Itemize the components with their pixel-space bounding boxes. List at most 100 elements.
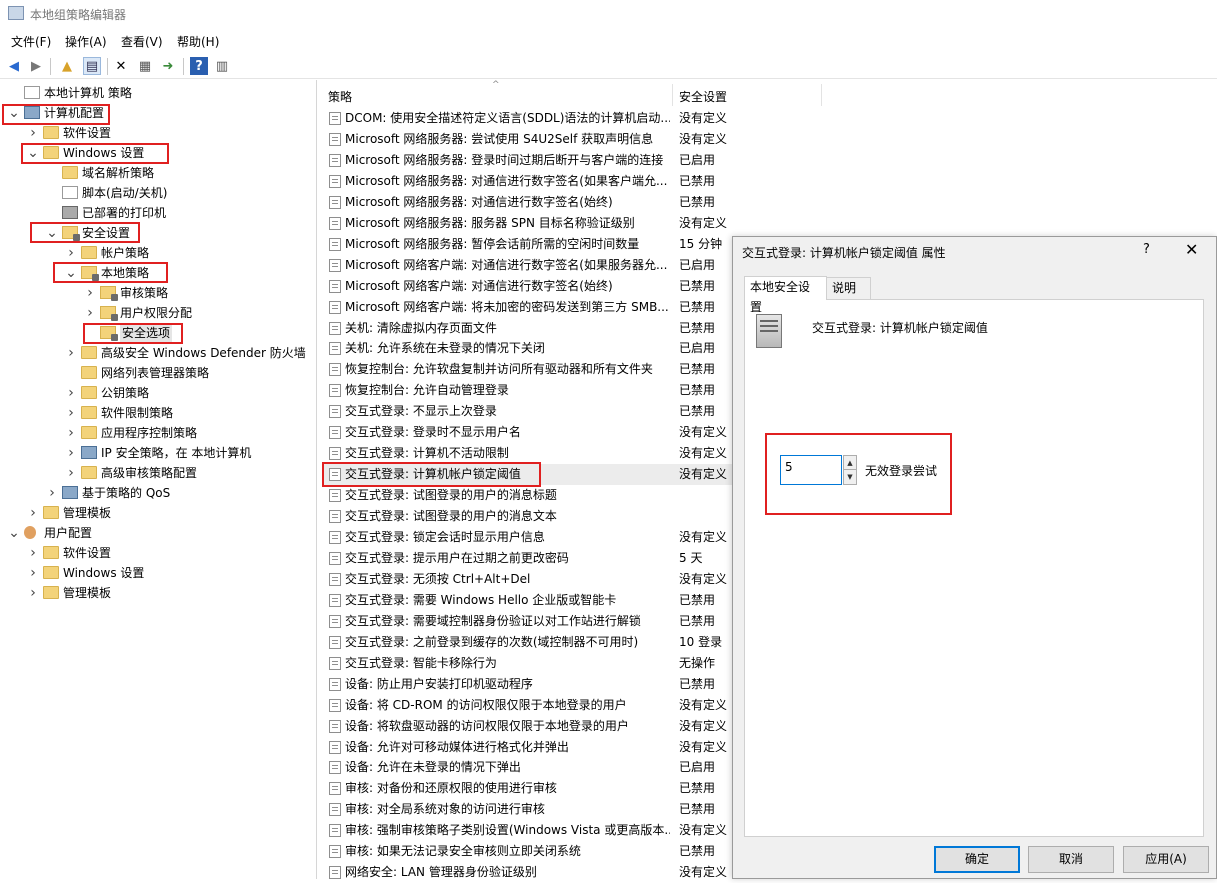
cancel-button[interactable]: 取消 xyxy=(1028,846,1114,873)
chevron-right-icon[interactable]: › xyxy=(65,423,77,443)
tree-node-label: 脚本(启动/关机) xyxy=(82,186,168,200)
ok-button[interactable]: 确定 xyxy=(934,846,1020,873)
policy-name-cell: 恢复控制台: 允许软盘复制并访问所有驱动器和所有文件夹 xyxy=(345,362,653,377)
policy-setting-cell: 已禁用 xyxy=(679,404,716,419)
policy-setting-cell: 没有定义 xyxy=(679,571,728,586)
policy-name-cell: 设备: 防止用户安装打印机驱动程序 xyxy=(345,676,533,691)
tree-node-label: 应用程序控制策略 xyxy=(101,426,198,440)
policy-icon xyxy=(329,174,341,188)
lockfolder-icon xyxy=(100,286,118,301)
view-icon[interactable]: ▥ xyxy=(213,57,231,75)
tree-node-label: 软件限制策略 xyxy=(101,406,174,420)
tab-explain[interactable]: 说明 xyxy=(826,277,871,299)
apply-button[interactable]: 应用(A) xyxy=(1123,846,1209,873)
lockout-threshold-input[interactable]: 5 xyxy=(780,455,842,485)
chevron-right-icon[interactable]: › xyxy=(27,123,39,143)
help-icon[interactable]: ? xyxy=(190,57,208,75)
policy-name-cell: Microsoft 网络服务器: 对通信进行数字签名(如果客户端允... xyxy=(345,173,668,188)
menu-help[interactable]: 帮助(H) xyxy=(177,33,219,50)
policy-name-cell: Microsoft 网络服务器: 登录时间过期后断开与客户端的连接 xyxy=(345,152,664,167)
policy-icon xyxy=(329,719,341,733)
policy-setting-cell: 没有定义 xyxy=(679,425,728,440)
policy-name-cell: 设备: 将 CD-ROM 的访问权限仅限于本地登录的用户 xyxy=(345,697,627,712)
tree-node-label: 管理模板 xyxy=(63,506,112,520)
forward-arrow-icon[interactable]: ▶ xyxy=(27,57,45,75)
spin-down-icon[interactable]: ▼ xyxy=(844,470,856,484)
table-row[interactable]: DCOM: 使用安全描述符定义语言(SDDL)语法的计算机启动... 没有定义 xyxy=(322,108,822,129)
folder-icon xyxy=(81,406,97,419)
policy-icon xyxy=(329,572,341,586)
menu-file[interactable]: 文件(F) xyxy=(11,33,51,50)
policy-icon xyxy=(329,300,341,314)
close-icon[interactable]: ✕ xyxy=(1185,240,1198,259)
server-icon xyxy=(756,314,782,348)
policy-icon xyxy=(329,698,341,712)
policy-name-cell: Microsoft 网络服务器: 尝试使用 S4U2Self 获取声明信息 xyxy=(345,131,654,146)
table-row[interactable]: Microsoft 网络服务器: 尝试使用 S4U2Self 获取声明信息 没有定… xyxy=(322,129,822,150)
delete-icon[interactable]: ✕ xyxy=(112,57,130,75)
chevron-right-icon[interactable]: › xyxy=(65,463,77,483)
policy-icon xyxy=(329,635,341,649)
menu-view[interactable]: 查看(V) xyxy=(121,33,163,50)
chevron-right-icon[interactable]: › xyxy=(65,443,77,463)
comp-icon xyxy=(81,446,97,459)
policy-name-cell: 设备: 将软盘驱动器的访问权限仅限于本地登录的用户 xyxy=(345,718,629,733)
tree-node-label: 用户配置 xyxy=(44,526,93,540)
policy-name-cell: Microsoft 网络服务器: 服务器 SPN 目标名称验证级别 xyxy=(345,215,635,230)
chevron-right-icon[interactable]: › xyxy=(65,243,77,263)
table-row[interactable]: Microsoft 网络服务器: 对通信进行数字签名(如果客户端允... 已禁用 xyxy=(322,171,822,192)
policy-icon xyxy=(329,237,341,251)
menu-action[interactable]: 操作(A) xyxy=(65,33,107,50)
policy-icon xyxy=(329,153,341,167)
tab-local-security-setting[interactable]: 本地安全设置 xyxy=(744,276,827,314)
table-row[interactable]: Microsoft 网络服务器: 服务器 SPN 目标名称验证级别 没有定义 xyxy=(322,213,822,234)
chevron-down-icon[interactable]: ⌄ xyxy=(8,523,20,543)
value-stepper[interactable]: ▲ ▼ xyxy=(843,455,857,485)
policy-setting-cell: 已禁用 xyxy=(679,844,716,859)
policy-icon xyxy=(329,551,341,565)
help-button[interactable]: ? xyxy=(1143,242,1150,257)
tree-node-label: 审核策略 xyxy=(120,286,169,300)
policy-name-cell: 网络安全: LAN 管理器身份验证级别 xyxy=(345,865,537,880)
doc-icon xyxy=(24,86,40,99)
highlight-box xyxy=(2,104,110,125)
folder-icon xyxy=(81,366,97,379)
back-arrow-icon[interactable]: ◀ xyxy=(5,57,23,75)
policy-icon xyxy=(329,866,341,880)
chevron-right-icon[interactable]: › xyxy=(27,503,39,523)
table-row[interactable]: Microsoft 网络服务器: 登录时间过期后断开与客户端的连接 已启用 xyxy=(322,150,822,171)
folder-icon xyxy=(43,546,59,559)
policy-setting-cell: 已禁用 xyxy=(679,781,716,796)
toolbar: ◀ ▶ ▲ ▤ ✕ ▦ ➜ ? ▥ xyxy=(0,54,1217,79)
policy-setting-cell: 已禁用 xyxy=(679,194,716,209)
chevron-right-icon[interactable]: › xyxy=(65,383,77,403)
tree-node-label: 高级安全 Windows Defender 防火墙 xyxy=(101,346,306,360)
chevron-right-icon[interactable]: › xyxy=(65,403,77,423)
policy-icon xyxy=(329,489,341,503)
policy-icon xyxy=(329,782,341,796)
policy-icon xyxy=(329,279,341,293)
spin-up-icon[interactable]: ▲ xyxy=(844,456,856,470)
chevron-right-icon[interactable]: › xyxy=(84,283,96,303)
policy-icon xyxy=(329,321,341,335)
table-row[interactable]: Microsoft 网络服务器: 对通信进行数字签名(始终) 已禁用 xyxy=(322,192,822,213)
policy-name-cell: 交互式登录: 登录时不显示用户名 xyxy=(345,425,521,440)
value-unit-label: 无效登录尝试 xyxy=(865,464,938,478)
chevron-right-icon[interactable]: › xyxy=(27,563,39,583)
export-icon[interactable]: ➜ xyxy=(159,57,177,75)
up-folder-icon[interactable]: ▲ xyxy=(58,57,76,75)
chevron-right-icon[interactable]: › xyxy=(65,343,77,363)
policy-name-cell: Microsoft 网络服务器: 对通信进行数字签名(始终) xyxy=(345,194,613,209)
folder-icon xyxy=(81,466,97,479)
chevron-right-icon[interactable]: › xyxy=(27,543,39,563)
chevron-right-icon[interactable]: › xyxy=(27,583,39,603)
tree-node-label: 帐户策略 xyxy=(101,246,150,260)
policy-setting-cell: 没有定义 xyxy=(679,215,728,230)
policy-icon xyxy=(329,845,341,859)
properties-icon[interactable]: ▦ xyxy=(136,57,154,75)
policy-setting-cell: 已禁用 xyxy=(679,613,716,628)
tree-node-label: 域名解析策略 xyxy=(82,166,155,180)
chevron-right-icon[interactable]: › xyxy=(46,483,58,503)
show-hide-tree-icon[interactable]: ▤ xyxy=(83,57,101,75)
chevron-right-icon[interactable]: › xyxy=(84,303,96,323)
